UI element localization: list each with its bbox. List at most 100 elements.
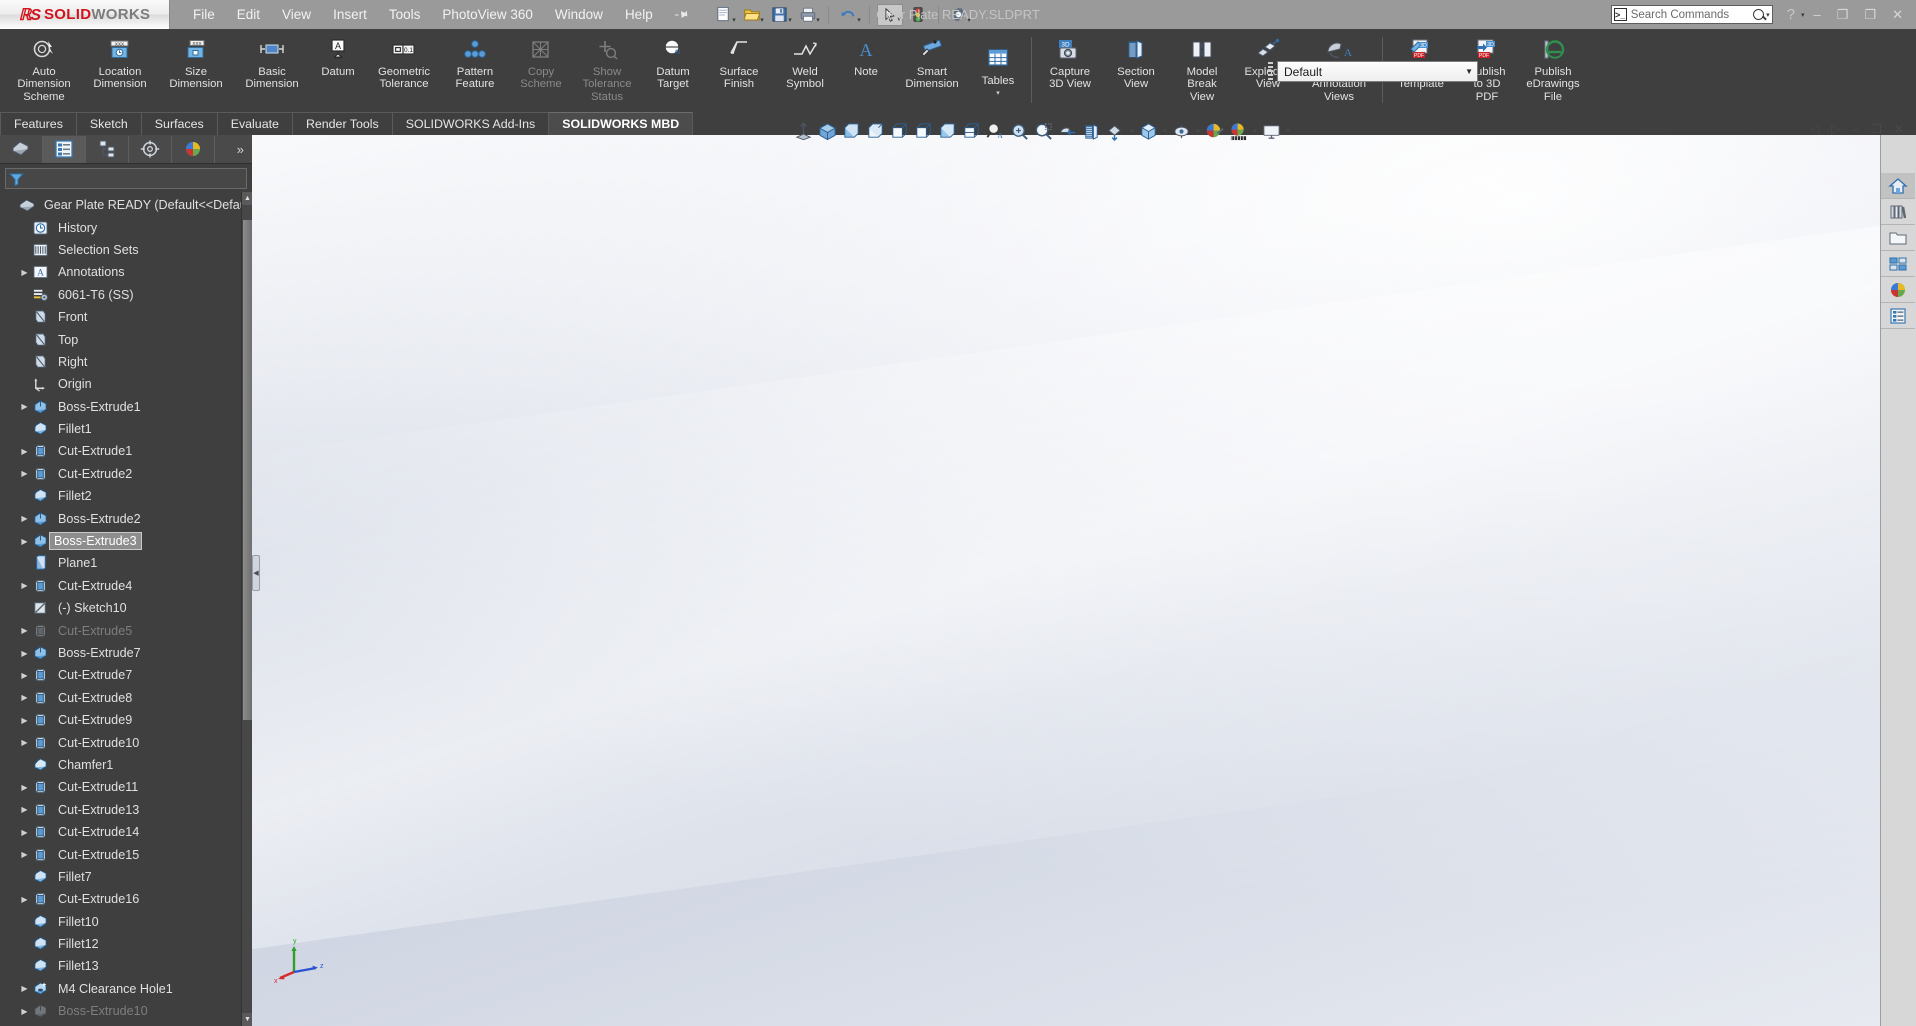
expand-chevron-icon[interactable]: ▶: [18, 268, 31, 277]
tree-node[interactable]: ▶Cut-Extrude13: [0, 799, 252, 821]
menu-window[interactable]: Window: [544, 3, 614, 26]
tree-node[interactable]: 6061-T6 (SS): [0, 284, 252, 306]
expand-chevron-icon[interactable]: ▶: [18, 828, 31, 837]
tree-node[interactable]: Plane1: [0, 552, 252, 574]
feature-manager-design-tree-tab[interactable]: [0, 136, 43, 163]
tab-evaluate[interactable]: Evaluate: [218, 112, 293, 135]
scrollbar-thumb[interactable]: [243, 220, 252, 720]
help-chevron-down-icon[interactable]: ▾: [1801, 11, 1805, 19]
chevron-down-icon[interactable]: ▾: [1284, 127, 1292, 135]
property-manager-tab[interactable]: [43, 136, 86, 163]
chevron-down-icon[interactable]: ▾: [1128, 127, 1136, 135]
chevron-down-icon[interactable]: ▾: [1251, 127, 1259, 135]
pushpin-icon[interactable]: [673, 5, 691, 23]
apply-scene-button[interactable]: [1104, 120, 1127, 143]
expand-chevron-icon[interactable]: ▶: [18, 469, 31, 478]
tree-node[interactable]: Right: [0, 351, 252, 373]
tab-features[interactable]: Features: [0, 112, 77, 135]
expand-chevron-icon[interactable]: ▶: [18, 738, 31, 747]
datum-target-button[interactable]: A1 Datum Target: [640, 29, 706, 103]
expand-panel-button[interactable]: »: [229, 142, 252, 157]
magnifier-button[interactable]: [1032, 120, 1055, 143]
open-document-button[interactable]: ▾: [739, 4, 765, 26]
view-orientation-5-button[interactable]: [936, 120, 959, 143]
configuration-manager-tab[interactable]: [86, 136, 129, 163]
model-break-view-button[interactable]: Model Break View: [1169, 29, 1235, 103]
tree-node[interactable]: ▶Cut-Extrude11: [0, 776, 252, 798]
magnifier-icon[interactable]: [1753, 9, 1764, 20]
zoom-to-fit-button[interactable]: [792, 120, 815, 143]
zoom-area-button[interactable]: [1008, 120, 1031, 143]
tables-button[interactable]: Tables ▾: [970, 29, 1026, 103]
expand-chevron-icon[interactable]: ▶: [18, 805, 31, 814]
viewport-next-button[interactable]: ▷: [1827, 122, 1844, 136]
tree-node[interactable]: ▶Boss-Extrude1: [0, 396, 252, 418]
chevron-down-icon[interactable]: ▾: [1766, 11, 1770, 19]
maximize-button[interactable]: ❐: [1857, 7, 1883, 23]
location-dimension-button[interactable]: XXX Location Dimension: [82, 29, 158, 103]
previous-view-button[interactable]: [816, 120, 839, 143]
tab-solidworks-mbd[interactable]: SOLIDWORKS MBD: [549, 112, 693, 135]
display-style-button[interactable]: [1137, 120, 1160, 143]
menu-insert[interactable]: Insert: [322, 3, 378, 26]
task-pane-folder-button[interactable]: [1881, 225, 1915, 251]
scroll-up-button[interactable]: ▲: [242, 192, 252, 205]
tree-node[interactable]: ▶Cut-Extrude10: [0, 731, 252, 753]
3d-drawing-view-button[interactable]: A: [984, 120, 1007, 143]
chevron-down-icon[interactable]: ▾: [816, 16, 820, 24]
tree-node[interactable]: Front: [0, 306, 252, 328]
pattern-feature-button[interactable]: Pattern Feature: [442, 29, 508, 103]
chevron-down-icon[interactable]: ▾: [996, 88, 1000, 100]
menu-help[interactable]: Help: [614, 3, 664, 26]
view-orientation-2-button[interactable]: [864, 120, 887, 143]
tree-node[interactable]: ▶M4 Clearance Hole1: [0, 978, 252, 1000]
appearance-sphere-button[interactable]: [1227, 120, 1250, 143]
view-orientation-3-button[interactable]: [888, 120, 911, 143]
section-cut-button[interactable]: [1056, 120, 1079, 143]
chevron-down-icon[interactable]: ▾: [788, 16, 792, 24]
publish-edrawings-file-button[interactable]: Publish eDrawings File: [1520, 29, 1586, 103]
save-button[interactable]: ▾: [767, 4, 793, 26]
task-pane-view-palette-button[interactable]: [1881, 251, 1915, 277]
tab-sketch[interactable]: Sketch: [77, 112, 142, 135]
expand-chevron-icon[interactable]: ▶: [18, 447, 31, 456]
tree-node[interactable]: ▶Cut-Extrude2: [0, 463, 252, 485]
tab-solidworks-add-ins[interactable]: SOLIDWORKS Add-Ins: [393, 112, 549, 135]
tree-node[interactable]: ▶Cut-Extrude4: [0, 575, 252, 597]
surface-finish-button[interactable]: Surface Finish: [706, 29, 772, 103]
expand-chevron-icon[interactable]: ▶: [18, 850, 31, 859]
weld-symbol-button[interactable]: Weld Symbol: [772, 29, 838, 103]
search-input[interactable]: Search Commands: [1631, 9, 1753, 21]
viewport-minimize-button[interactable]: –: [1848, 122, 1863, 136]
display-manager-tab[interactable]: [172, 136, 215, 163]
expand-chevron-icon[interactable]: ▶: [18, 514, 31, 523]
tree-node[interactable]: ▶Boss-Extrude2: [0, 507, 252, 529]
viewport-layout-button[interactable]: [1260, 120, 1283, 143]
tree-node[interactable]: Chamfer1: [0, 754, 252, 776]
expand-chevron-icon[interactable]: ▶: [18, 649, 31, 658]
menu-edit[interactable]: Edit: [226, 3, 271, 26]
tree-node[interactable]: Fillet12: [0, 933, 252, 955]
viewport-restore-button[interactable]: ❐: [1867, 122, 1886, 136]
dimxpert-manager-tab[interactable]: [129, 136, 172, 163]
tree-node[interactable]: Fillet1: [0, 418, 252, 440]
menu-photoview360[interactable]: PhotoView 360: [431, 3, 544, 26]
minimize-button[interactable]: –: [1807, 7, 1828, 22]
menu-file[interactable]: File: [182, 3, 226, 26]
tree-node[interactable]: Origin: [0, 373, 252, 395]
menu-tools[interactable]: Tools: [378, 3, 432, 26]
expand-chevron-icon[interactable]: ▶: [18, 783, 31, 792]
scene-sphere-button[interactable]: [1203, 120, 1226, 143]
task-pane-file-explorer-button[interactable]: [1881, 199, 1915, 225]
tree-node[interactable]: Fillet10: [0, 911, 252, 933]
tree-node[interactable]: ▶Cut-Extrude15: [0, 843, 252, 865]
chevron-down-icon[interactable]: ▾: [1161, 127, 1169, 135]
view-orientation-4-button[interactable]: [912, 120, 935, 143]
expand-chevron-icon[interactable]: ▶: [18, 626, 31, 635]
chevron-down-icon[interactable]: ▾: [1194, 127, 1202, 135]
undo-button[interactable]: ▾: [836, 4, 862, 26]
tree-node[interactable]: Fillet2: [0, 485, 252, 507]
chevron-down-icon[interactable]: ▾: [857, 16, 861, 24]
smart-dimension-button[interactable]: Smart Dimension: [894, 29, 970, 103]
close-button[interactable]: ✕: [1885, 7, 1910, 23]
